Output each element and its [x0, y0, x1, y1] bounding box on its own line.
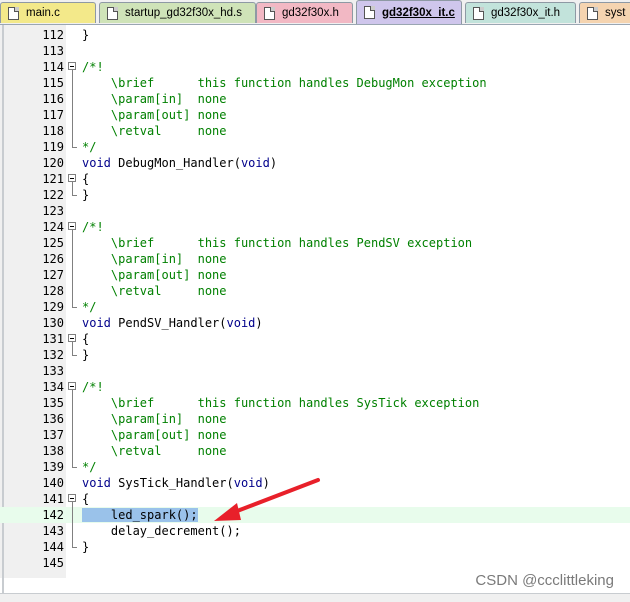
arrow-head	[214, 503, 241, 521]
watermark-text: CSDN @ccclittleking	[475, 572, 614, 589]
red-annotation-arrow	[214, 478, 320, 521]
arrow-shaft	[230, 478, 320, 515]
